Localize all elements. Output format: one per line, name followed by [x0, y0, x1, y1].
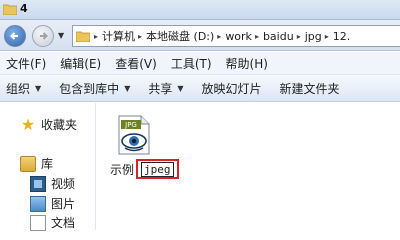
history-dropdown-icon[interactable]: ▼ — [58, 31, 64, 40]
document-icon — [30, 214, 46, 231]
library-icon — [20, 155, 36, 172]
organize-button[interactable]: 组织 ▼ — [6, 80, 41, 97]
menu-bar: 文件(F) 编辑(E) 查看(V) 工具(T) 帮助(H) — [0, 52, 400, 75]
folder-icon — [3, 4, 17, 15]
window-title: 4 — [20, 2, 28, 15]
nav-documents[interactable]: 文档 — [30, 214, 75, 231]
address-row: ▼ ▸ 计算机 ▸ 本地磁盘 (D:) ▸ work ▸ baidu ▸ jpg… — [0, 20, 400, 51]
chevron-right-icon[interactable]: ▸ — [325, 32, 329, 41]
back-button[interactable] — [4, 25, 26, 47]
menu-edit[interactable]: 编辑(E) — [60, 55, 101, 72]
address-bar[interactable]: ▸ 计算机 ▸ 本地磁盘 (D:) ▸ work ▸ baidu ▸ jpg ▸… — [72, 25, 400, 47]
rename-highlight: jpeg — [136, 159, 179, 179]
chevron-right-icon[interactable]: ▸ — [297, 32, 301, 41]
file-list-area[interactable]: JPG 示例 jpeg — [97, 103, 400, 230]
command-toolbar: 组织 ▼ 包含到库中 ▼ 共享 ▼ 放映幻灯片 新建文件夹 — [0, 75, 400, 102]
breadcrumb-12[interactable]: 12. — [333, 30, 351, 43]
include-in-library-label: 包含到库中 — [59, 81, 120, 96]
navigation-pane: ★ 收藏夹 库 视频 图片 文档 — [0, 103, 96, 231]
menu-file[interactable]: 文件(F) — [6, 55, 46, 72]
organize-label: 组织 — [6, 81, 31, 96]
chevron-right-icon[interactable]: ▸ — [255, 32, 259, 41]
chevron-right-icon[interactable]: ▸ — [138, 32, 142, 41]
jpg-file-icon: JPG — [118, 115, 150, 155]
breadcrumb-baidu[interactable]: baidu — [263, 30, 294, 43]
breadcrumb-jpg[interactable]: jpg — [305, 30, 322, 43]
menu-help[interactable]: 帮助(H) — [226, 55, 268, 72]
breadcrumb-computer[interactable]: 计算机 — [102, 28, 135, 44]
share-label: 共享 — [148, 81, 173, 96]
forward-arrow-icon — [40, 32, 48, 40]
new-folder-button[interactable]: 新建文件夹 — [280, 80, 340, 97]
nav-videos[interactable]: 视频 — [30, 175, 75, 192]
file-name[interactable]: 示例 jpeg — [110, 159, 179, 179]
include-in-library-button[interactable]: 包含到库中 ▼ — [59, 80, 130, 97]
chevron-right-icon[interactable]: ▸ — [94, 32, 98, 41]
chevron-down-icon: ▼ — [124, 83, 131, 93]
menu-tools[interactable]: 工具(T) — [171, 55, 212, 72]
title-bar: 4 — [0, 0, 400, 20]
nav-documents-label: 文档 — [51, 216, 76, 230]
file-name-prefix: 示例 — [110, 162, 135, 177]
nav-library[interactable]: 库 — [20, 155, 53, 172]
forward-button[interactable] — [32, 25, 54, 47]
back-arrow-icon — [10, 32, 18, 40]
breadcrumb-local-disk[interactable]: 本地磁盘 (D:) — [146, 28, 214, 44]
video-icon — [30, 175, 46, 192]
folder-icon — [76, 31, 90, 42]
slideshow-button[interactable]: 放映幻灯片 — [202, 80, 262, 97]
nav-videos-label: 视频 — [51, 177, 76, 191]
picture-icon — [30, 195, 46, 212]
nav-favorites[interactable]: ★ 收藏夹 — [20, 116, 77, 133]
nav-library-label: 库 — [41, 157, 54, 171]
menu-view[interactable]: 查看(V) — [115, 55, 157, 72]
star-icon: ★ — [20, 114, 36, 134]
chevron-down-icon: ▼ — [177, 83, 184, 93]
rename-extension-field[interactable]: jpeg — [141, 161, 174, 177]
chevron-right-icon[interactable]: ▸ — [217, 32, 221, 41]
nav-pictures-label: 图片 — [51, 197, 76, 211]
breadcrumb-work[interactable]: work — [225, 30, 252, 43]
svg-text:JPG: JPG — [124, 121, 137, 129]
nav-pictures[interactable]: 图片 — [30, 195, 75, 212]
chevron-down-icon: ▼ — [35, 83, 42, 93]
share-button[interactable]: 共享 ▼ — [148, 80, 183, 97]
nav-favorites-label: 收藏夹 — [41, 118, 78, 132]
